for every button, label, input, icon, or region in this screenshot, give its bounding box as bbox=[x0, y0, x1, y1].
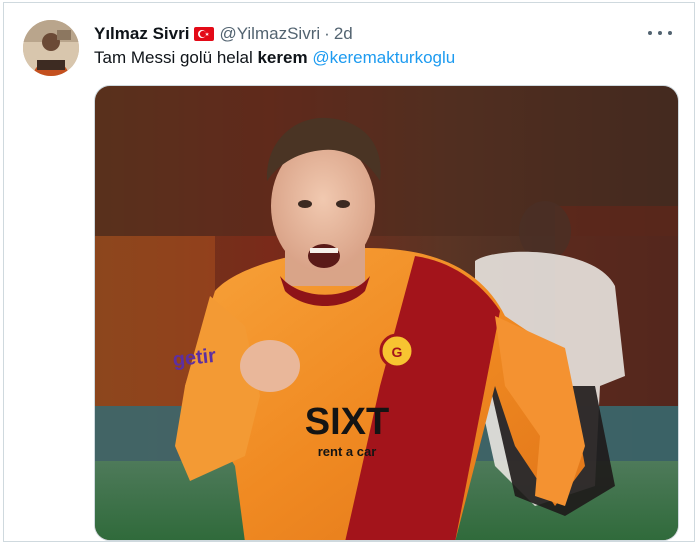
mention-link[interactable]: @keremakturkoglu bbox=[312, 48, 455, 67]
avatar-image bbox=[23, 20, 79, 76]
more-dot bbox=[668, 31, 672, 35]
svg-text:G: G bbox=[392, 344, 403, 360]
photo-football-player: G SIXT rent a car getir bbox=[95, 86, 678, 540]
tweet-text-plain: Tam Messi golü helal bbox=[94, 48, 258, 67]
tweet-text-bold: kerem bbox=[257, 48, 308, 67]
tweet-text: Tam Messi golü helal kerem @keremakturko… bbox=[94, 48, 455, 68]
tweet-card[interactable]: Yılmaz Sivri @YilmazSivri · 2d Tam Messi… bbox=[3, 2, 695, 542]
sponsor-chest-sub: rent a car bbox=[318, 444, 377, 459]
more-dot bbox=[658, 31, 662, 35]
user-handle[interactable]: @YilmazSivri bbox=[219, 24, 320, 44]
timestamp[interactable]: 2d bbox=[334, 24, 353, 44]
more-dot bbox=[648, 31, 652, 35]
avatar[interactable] bbox=[23, 20, 79, 76]
tweet-header: Yılmaz Sivri @YilmazSivri · 2d bbox=[94, 23, 353, 45]
turkey-flag-icon bbox=[194, 27, 215, 41]
display-name[interactable]: Yılmaz Sivri bbox=[94, 24, 189, 44]
sponsor-chest: SIXT bbox=[305, 401, 389, 443]
sponsor-sleeve: getir bbox=[172, 345, 218, 371]
more-horizontal-icon[interactable] bbox=[648, 23, 672, 43]
separator-dot: · bbox=[324, 24, 330, 43]
tweet-photo[interactable]: G SIXT rent a car getir bbox=[94, 85, 679, 541]
